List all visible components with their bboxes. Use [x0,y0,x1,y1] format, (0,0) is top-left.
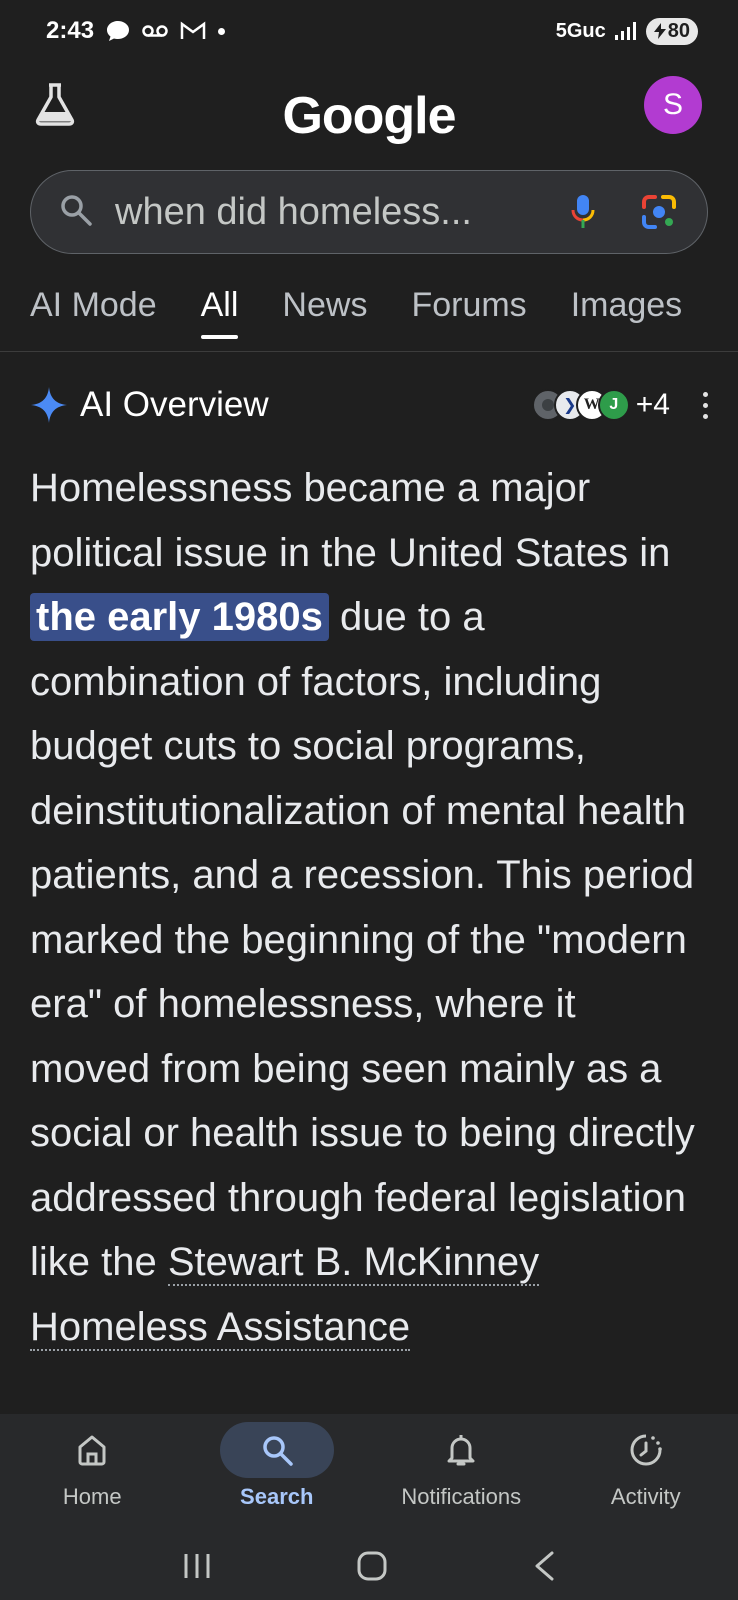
search-icon [59,193,93,232]
nav-notifications[interactable]: Notifications [369,1422,553,1532]
bottom-nav: Home Search Notifications Activity [0,1414,738,1532]
search-icon [263,1436,293,1466]
header: Google S [0,68,738,168]
nav-home[interactable]: Home [0,1422,184,1532]
answer-text-middle: due to a combination of factors, includi… [30,595,695,1284]
source-favicons[interactable]: ❯ W J +4 [531,388,670,422]
search-input[interactable]: when did homeless... [115,191,527,234]
avatar[interactable]: S [644,76,702,134]
search-tabs: AI Mode All News Forums Images [0,278,738,352]
tab-news[interactable]: News [282,278,367,351]
activity-icon [630,1434,662,1466]
nav-notifications-label: Notifications [401,1484,522,1509]
nav-search[interactable]: Search [185,1422,369,1532]
source-count: +4 [635,388,670,421]
dot-icon [218,27,226,35]
nav-home-label: Home [62,1484,122,1509]
search-bar[interactable]: when did homeless... [30,170,708,254]
nav-notifications-pill [404,1422,518,1478]
nav-activity-pill [589,1422,703,1478]
ai-overview-title: AI Overview [80,385,269,424]
ai-overview-answer: Homelessness became a major political is… [30,456,706,1359]
nav-search-pill [219,1422,334,1478]
battery-level: 80 [667,19,690,42]
status-right: 5Guc 80 [555,17,698,45]
google-logo: Google [282,87,456,145]
chat-bubble-icon [107,21,130,41]
answer-highlight[interactable]: the early 1980s [30,593,329,641]
nav-search-label: Search [240,1484,314,1509]
more-options-icon[interactable] [700,391,710,419]
gmail-icon [180,21,206,39]
status-bar: 2:43 5Guc 80 [0,0,738,62]
back-icon[interactable] [532,1550,556,1582]
microphone-icon[interactable] [563,192,603,232]
nav-activity-label: Activity [610,1484,681,1509]
nav-home-pill [35,1422,149,1478]
ai-overview-header: AI Overview ❯ W J +4 [30,378,710,432]
source-icon-4: J [597,389,630,421]
home-button-icon[interactable] [356,1550,388,1582]
system-nav-bar [0,1532,738,1600]
voicemail-icon [142,25,168,37]
tab-images[interactable]: Images [571,278,683,351]
answer-text-start: Homelessness became a major political is… [30,466,671,575]
charging-icon [653,23,666,39]
status-left: 2:43 [46,17,226,45]
status-time: 2:43 [46,17,95,44]
nav-activity[interactable]: Activity [554,1422,738,1532]
lens-camera-icon[interactable] [639,192,679,232]
tab-forums[interactable]: Forums [411,278,526,351]
home-icon [78,1435,106,1466]
battery-icon: 80 [645,17,698,45]
recent-apps-icon[interactable] [182,1552,212,1580]
tab-ai-mode[interactable]: AI Mode [30,278,157,351]
network-label: 5Guc [555,19,606,42]
sparkle-icon [31,387,67,423]
signal-icon [614,22,636,40]
tab-all[interactable]: All [200,278,238,351]
bell-icon [447,1435,475,1466]
